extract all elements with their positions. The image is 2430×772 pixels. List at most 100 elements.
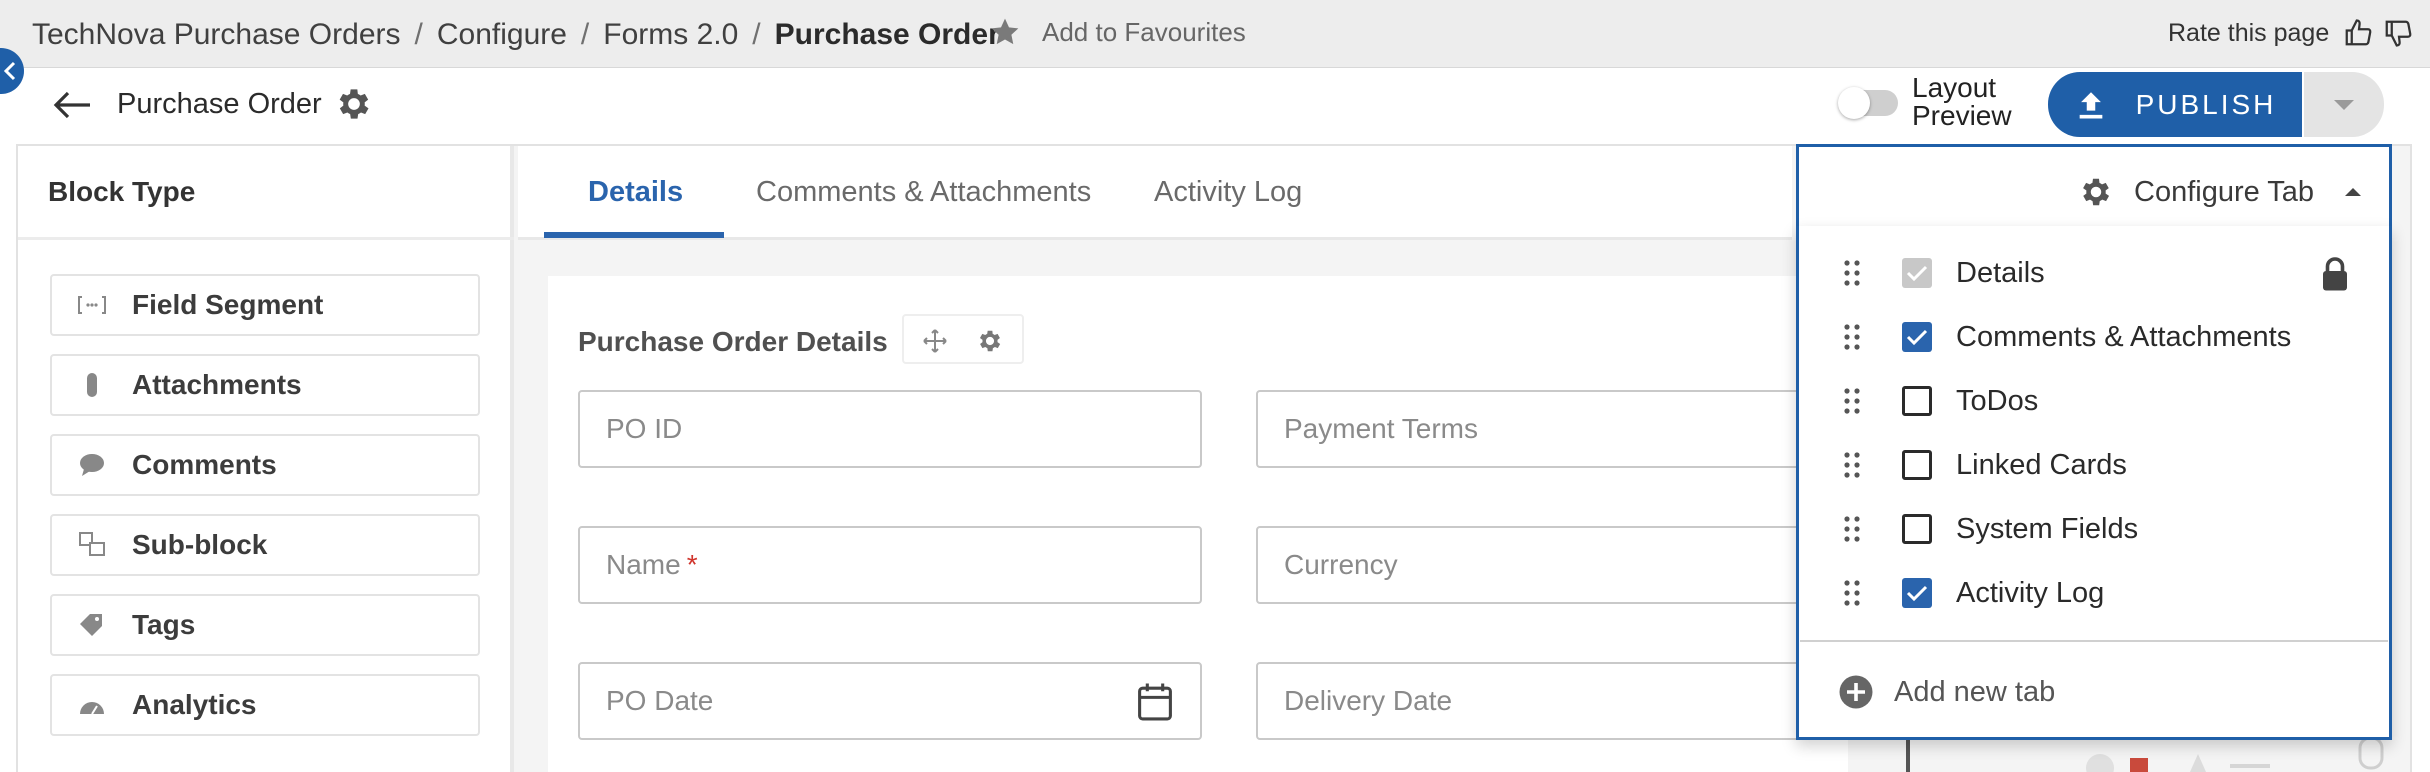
tab-option-linked-cards: Linked Cards [1840, 445, 2127, 485]
rate-page-label: Rate this page [2168, 18, 2330, 47]
block-item-label: Analytics [132, 689, 257, 720]
star-icon [991, 18, 1019, 45]
po-date-field[interactable]: PO Date [578, 662, 1202, 740]
name-field[interactable]: Name * [578, 526, 1202, 604]
drag-handle-icon[interactable] [1840, 578, 1864, 608]
tab-checkbox[interactable] [1902, 514, 1932, 544]
currency-field[interactable]: Currency [1256, 526, 1816, 604]
tab-comments-attachments[interactable]: Comments & Attachments [756, 176, 1091, 209]
block-item-label: Attachments [132, 369, 302, 400]
drag-handle-icon[interactable] [1840, 258, 1864, 288]
drag-handle-icon[interactable] [1840, 322, 1864, 352]
drag-handle-icon[interactable] [1840, 386, 1864, 416]
breadcrumb-separator: / [580, 18, 590, 51]
section-tools [902, 314, 1024, 364]
toggle-knob [1838, 87, 1870, 119]
layout-preview-toggle[interactable] [1838, 87, 1898, 119]
block-type-header: Block Type [18, 146, 514, 240]
breadcrumb-item-forms[interactable]: Forms 2.0 [603, 18, 738, 51]
delivery-date-label: Delivery Date [1284, 685, 1453, 716]
breadcrumb: TechNova Purchase Orders / Configure / Forms… [32, 18, 1000, 52]
field-segment-icon [52, 295, 132, 315]
tab-option-label: Comments & Attachments [1956, 320, 2292, 353]
layout-preview-label: Layout Preview [1912, 74, 2032, 130]
sub-block-icon [52, 531, 132, 559]
breadcrumb-separator: / [414, 18, 423, 51]
block-item-label: Sub-block [132, 529, 268, 560]
add-new-tab-label: Add new tab [1894, 675, 2056, 708]
calendar-icon[interactable] [1136, 682, 1174, 722]
tab-checkbox[interactable] [1902, 322, 1932, 352]
section-settings-gear-icon[interactable] [976, 327, 1004, 355]
menu-divider [1800, 640, 2388, 642]
checkmark-icon [1906, 329, 1928, 346]
currency-label: Currency [1284, 549, 1398, 580]
block-item-field-segment[interactable]: Field Segment [50, 274, 480, 336]
tab-option-label: Details [1956, 256, 2045, 289]
layout-preview-text: Layout Preview [1912, 72, 2012, 131]
paperclip-icon [52, 371, 132, 399]
breadcrumb-item-configure[interactable]: Configure [437, 18, 567, 51]
block-type-title: Block Type [48, 176, 196, 207]
tag-icon [52, 612, 132, 638]
tab-checkbox [1902, 258, 1932, 288]
drag-handle-icon[interactable] [1840, 450, 1864, 480]
tab-option-label: Activity Log [1956, 576, 2105, 609]
tab-checkbox[interactable] [1902, 386, 1932, 416]
page-title: Purchase Order [117, 88, 322, 120]
publish-dropdown-button[interactable] [2304, 72, 2384, 137]
tab-activity-log[interactable]: Activity Log [1154, 176, 1302, 209]
chevron-left-icon [3, 61, 16, 81]
move-icon[interactable] [922, 328, 948, 354]
block-item-label: Comments [132, 449, 277, 480]
gauge-icon [52, 694, 132, 716]
tab-checkbox[interactable] [1902, 450, 1932, 480]
block-item-label: Field Segment [132, 289, 324, 320]
checkmark-icon [1906, 585, 1928, 602]
block-item-tags[interactable]: Tags [50, 594, 480, 656]
thumbs-up-icon[interactable] [2343, 18, 2373, 48]
add-to-favourites-label: Add to Favourites [1042, 16, 1246, 47]
comment-icon [52, 452, 132, 478]
publish-button[interactable]: PUBLISH [2048, 72, 2302, 137]
plus-circle-icon [1839, 675, 1873, 709]
section-title: Purchase Order Details [578, 326, 888, 357]
configure-tab-button[interactable]: Configure Tab [2078, 174, 2362, 210]
po-id-label: PO ID [606, 413, 683, 444]
block-item-analytics[interactable]: Analytics [50, 674, 480, 736]
tab-option-label: ToDos [1956, 384, 2039, 417]
tab-option-activity-log: Activity Log [1840, 573, 2104, 613]
block-item-sub-block[interactable]: Sub-block [50, 514, 480, 576]
rate-page: Rate this page [2168, 18, 2413, 48]
page-settings-gear-icon[interactable] [334, 84, 374, 124]
block-item-label: Tags [132, 609, 196, 640]
tab-checkbox[interactable] [1902, 578, 1932, 608]
breadcrumb-item-purchase-orders[interactable]: TechNova Purchase Orders [32, 18, 401, 51]
po-date-label: PO Date [606, 685, 714, 716]
payment-terms-field[interactable]: Payment Terms [1256, 390, 1816, 468]
tab-option-label: Linked Cards [1956, 448, 2127, 481]
upload-icon [2079, 91, 2102, 118]
po-id-field[interactable]: PO ID [578, 390, 1202, 468]
checkmark-icon [1906, 265, 1928, 282]
tab-option-comments-attachments: Comments & Attachments [1840, 317, 2291, 357]
breadcrumb-current: Purchase Order [774, 18, 1000, 51]
background-divider [1906, 740, 1910, 772]
delivery-date-field[interactable]: Delivery Date [1256, 662, 1816, 740]
tab-details[interactable]: Details [588, 176, 683, 209]
payment-terms-label: Payment Terms [1284, 413, 1478, 444]
publish-label: PUBLISH [2135, 88, 2277, 120]
breadcrumb-separator: / [752, 18, 761, 51]
add-new-tab-button[interactable]: Add new tab [1838, 674, 2055, 710]
thumbs-down-icon[interactable] [2383, 18, 2413, 48]
name-label: Name [606, 549, 681, 580]
block-item-comments[interactable]: Comments [50, 434, 480, 496]
drag-handle-icon[interactable] [1840, 514, 1864, 544]
add-to-favourites-button[interactable]: Add to Favourites [988, 16, 1246, 48]
caret-up-icon [2345, 188, 2362, 196]
block-item-attachments[interactable]: Attachments [50, 354, 480, 416]
required-mark: * [686, 549, 698, 580]
back-arrow-icon[interactable] [52, 90, 92, 120]
caret-down-icon [2334, 99, 2354, 110]
gear-icon [2083, 178, 2110, 206]
